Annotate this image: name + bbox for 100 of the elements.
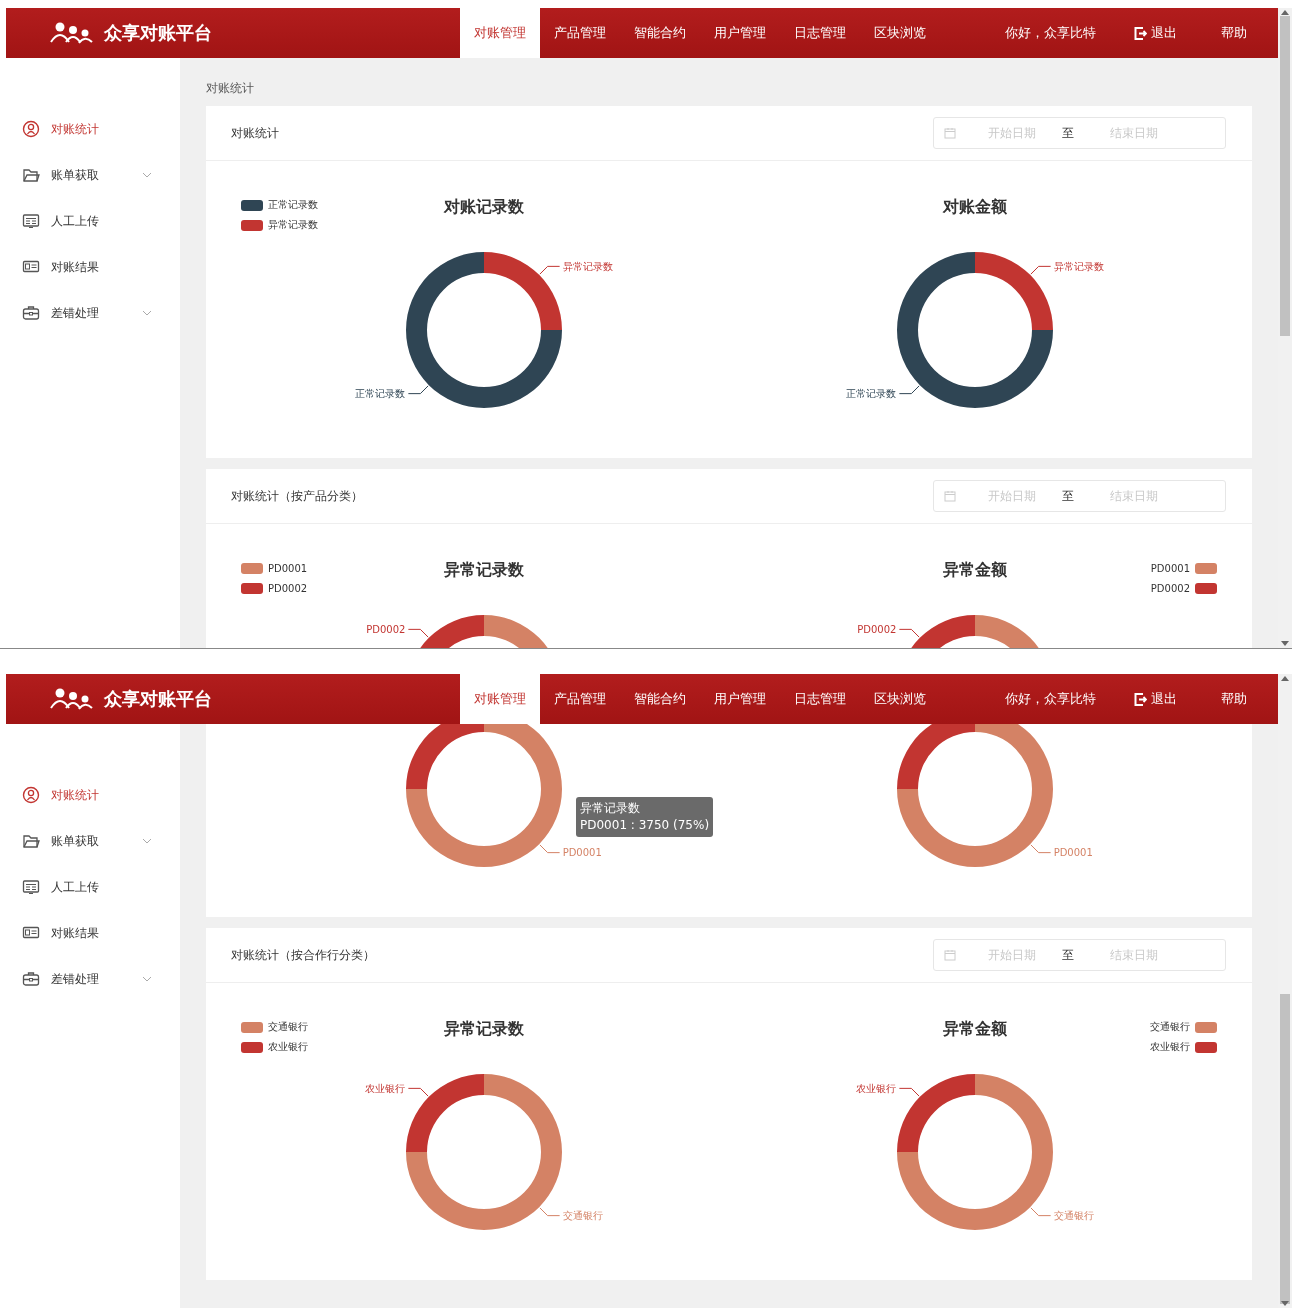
nav-tab[interactable]: 用户管理 xyxy=(700,8,780,58)
leader-line xyxy=(407,1087,429,1097)
legend-item: PD0001 xyxy=(241,558,308,578)
legend-item: 交通银行 xyxy=(241,1017,308,1037)
legend-item: 正常记录数 xyxy=(241,195,318,215)
nav-tab[interactable]: 对账管理 xyxy=(460,674,540,724)
nav-tab[interactable]: 区块浏览 xyxy=(860,8,940,58)
slice-label: 正常记录数 xyxy=(846,388,897,400)
range-separator: 至 xyxy=(1062,487,1074,505)
scroll-down-icon[interactable] xyxy=(1281,1300,1289,1308)
chevron-down-icon xyxy=(142,976,152,982)
nav-tab[interactable]: 日志管理 xyxy=(780,8,860,58)
help-link[interactable]: 帮助 xyxy=(1217,8,1251,58)
legend-item: 农业银行 xyxy=(241,1037,308,1057)
slice-label: PD0002 xyxy=(366,623,406,635)
sidebar-item[interactable]: 对账结果 xyxy=(6,244,180,290)
panel-title: 对账统计 xyxy=(231,124,279,142)
logout-icon xyxy=(1134,26,1147,40)
leader-line xyxy=(1030,844,1052,854)
range-separator: 至 xyxy=(1062,124,1074,142)
calendar-icon xyxy=(944,490,956,502)
sidebar-item[interactable]: 对账统计 xyxy=(6,772,180,818)
person-circle-icon xyxy=(22,786,40,804)
leader-line xyxy=(539,1207,561,1217)
logout-icon xyxy=(1134,692,1147,706)
id-card-icon xyxy=(22,212,40,230)
chart-title: 异常记录数 xyxy=(444,560,524,580)
sidebar-item[interactable]: 人工上传 xyxy=(6,198,180,244)
slice-label: 交通银行 xyxy=(562,1210,603,1222)
scrollbar[interactable] xyxy=(1278,8,1292,648)
help-link[interactable]: 帮助 xyxy=(1217,674,1251,724)
id-card-icon xyxy=(22,878,40,896)
scroll-thumb[interactable] xyxy=(1280,994,1290,1304)
scroll-up-icon[interactable] xyxy=(1281,674,1289,682)
scrollbar[interactable] xyxy=(1278,674,1292,1308)
sidebar-item[interactable]: 差错处理 xyxy=(6,956,180,1002)
scroll-thumb[interactable] xyxy=(1280,16,1290,336)
nav-tab[interactable]: 产品管理 xyxy=(540,674,620,724)
chart-title: 异常金额 xyxy=(943,560,1007,580)
chevron-down-icon xyxy=(142,310,152,316)
legend-item: 农业银行 xyxy=(1150,1037,1217,1057)
sidebar-item[interactable]: 账单获取 xyxy=(6,152,180,198)
sidebar-item[interactable]: 对账结果 xyxy=(6,910,180,956)
slice-label: PD0002 xyxy=(857,623,897,635)
slice-label: PD0001 xyxy=(1053,847,1093,859)
slice-label: 异常记录数 xyxy=(1053,260,1104,272)
chart-tooltip: 异常记录数 PD0001 : 3750 (75%) xyxy=(576,797,714,837)
leader-line xyxy=(898,628,920,638)
nav-tab[interactable]: 产品管理 xyxy=(540,8,620,58)
app-title: 众享对账平台 xyxy=(104,21,212,45)
panel-title: 对账统计（按产品分类） xyxy=(231,487,363,505)
chart-title: 异常金额 xyxy=(943,1019,1007,1039)
slice-label: 农业银行 xyxy=(856,1082,897,1094)
calendar-icon xyxy=(944,127,956,139)
legend-item: PD0002 xyxy=(241,578,308,598)
chart-title: 异常记录数 xyxy=(444,1019,524,1039)
nav-tab[interactable]: 对账管理 xyxy=(460,8,540,58)
legend-item: PD0002 xyxy=(1150,578,1217,598)
app-title: 众享对账平台 xyxy=(104,687,212,711)
leader-line xyxy=(1030,1207,1052,1217)
chevron-down-icon xyxy=(142,172,152,178)
toolbox-icon xyxy=(22,304,40,322)
folder-icon xyxy=(22,166,40,184)
legend-item: PD0001 xyxy=(1150,558,1217,578)
person-circle-icon xyxy=(22,120,40,138)
nav-tab[interactable]: 区块浏览 xyxy=(860,674,940,724)
chart-title: 对账记录数 xyxy=(444,197,524,217)
slice-label: PD0001 xyxy=(562,847,602,859)
sidebar-item[interactable]: 差错处理 xyxy=(6,290,180,336)
slice-label: 农业银行 xyxy=(365,1082,406,1094)
leader-line xyxy=(539,844,561,854)
folder-icon xyxy=(22,832,40,850)
toolbox-icon xyxy=(22,970,40,988)
chart-title: 对账金额 xyxy=(943,197,1007,217)
legend-item: 交通银行 xyxy=(1150,1017,1217,1037)
sidebar-item[interactable]: 账单获取 xyxy=(6,818,180,864)
sidebar-item[interactable]: 对账统计 xyxy=(6,106,180,152)
slice-label: 交通银行 xyxy=(1053,1210,1094,1222)
leader-line xyxy=(898,1087,920,1097)
user-greeting: 你好，众享比特 xyxy=(1003,24,1097,42)
nav-tab[interactable]: 日志管理 xyxy=(780,674,860,724)
chevron-down-icon xyxy=(142,838,152,844)
panel-title: 对账统计（按合作行分类） xyxy=(231,946,375,964)
nav-tab[interactable]: 用户管理 xyxy=(700,674,780,724)
logout-button[interactable]: 退出 xyxy=(1130,674,1181,724)
leader-line xyxy=(898,385,920,395)
scroll-down-icon[interactable] xyxy=(1281,640,1289,648)
breadcrumb: 对账统计 xyxy=(206,81,254,95)
leader-line xyxy=(539,265,561,275)
logout-button[interactable]: 退出 xyxy=(1130,8,1181,58)
nav-tab[interactable]: 智能合约 xyxy=(620,8,700,58)
slice-label: 异常记录数 xyxy=(562,260,613,272)
leader-line xyxy=(1030,265,1052,275)
user-greeting: 你好，众享比特 xyxy=(1003,690,1097,708)
leader-line xyxy=(407,628,429,638)
slice-label: 正常记录数 xyxy=(355,388,406,400)
sidebar-item[interactable]: 人工上传 xyxy=(6,864,180,910)
legend-item: 异常记录数 xyxy=(241,215,318,235)
leader-line xyxy=(407,385,429,395)
nav-tab[interactable]: 智能合约 xyxy=(620,674,700,724)
